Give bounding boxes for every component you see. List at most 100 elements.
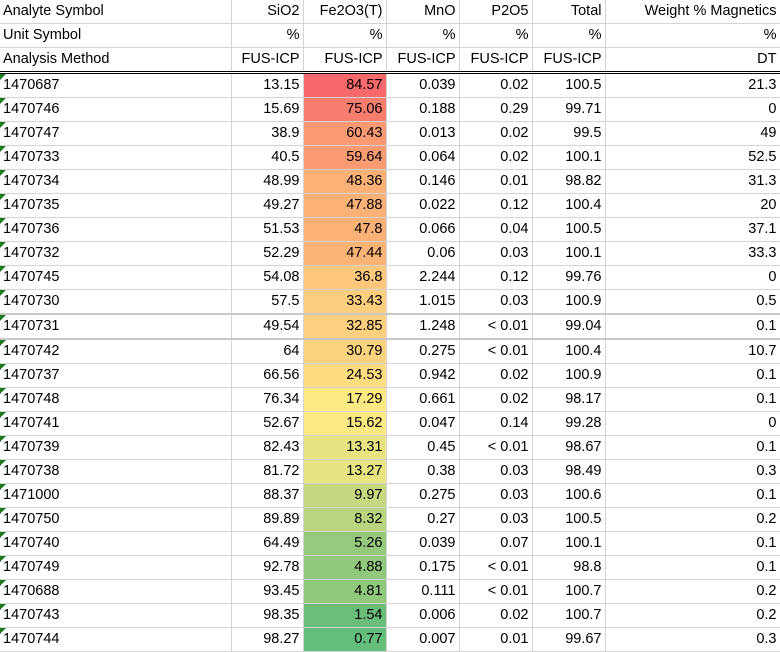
mno-cell[interactable]: 0.275 xyxy=(386,483,460,508)
fe2o3-cell[interactable]: 13.27 xyxy=(303,459,387,484)
sample-id-cell[interactable]: 1470736 xyxy=(0,217,232,242)
fe2o3-cell[interactable]: 0.77 xyxy=(303,627,387,652)
p2o5-cell[interactable]: < 0.01 xyxy=(459,339,533,364)
mno-cell[interactable]: 0.146 xyxy=(386,169,460,194)
total-cell[interactable]: 99.04 xyxy=(532,314,606,340)
fe2o3-cell[interactable]: 24.53 xyxy=(303,363,387,388)
weight-magnetics-cell[interactable]: 0 xyxy=(605,411,780,436)
total-cell[interactable]: 100.6 xyxy=(532,483,606,508)
fe2o3-cell[interactable]: 60.43 xyxy=(303,121,387,146)
weight-magnetics-cell[interactable]: 21.3 xyxy=(605,72,780,98)
p2o5-cell[interactable]: 0.29 xyxy=(459,97,533,122)
mno-cell[interactable]: 0.039 xyxy=(386,531,460,556)
p2o5-cell[interactable]: 0.14 xyxy=(459,411,533,436)
mno-cell[interactable]: 0.006 xyxy=(386,603,460,628)
sio2-cell[interactable]: 76.34 xyxy=(231,387,304,412)
total-cell[interactable]: 100.4 xyxy=(532,193,606,218)
sample-id-cell[interactable]: 1470737 xyxy=(0,363,232,388)
total-cell[interactable]: 99.76 xyxy=(532,265,606,290)
sio2-cell[interactable]: 13.15 xyxy=(231,72,304,98)
sample-id-cell[interactable]: 1470742 xyxy=(0,339,232,364)
mno-cell[interactable]: 0.066 xyxy=(386,217,460,242)
sio2-cell[interactable]: 15.69 xyxy=(231,97,304,122)
p2o5-cell[interactable]: 0.02 xyxy=(459,387,533,412)
sample-id-cell[interactable]: 1470735 xyxy=(0,193,232,218)
p2o5-cell[interactable]: < 0.01 xyxy=(459,314,533,340)
unit-cell[interactable]: % xyxy=(303,23,387,48)
sio2-cell[interactable]: 64 xyxy=(231,339,304,364)
mno-cell[interactable]: 0.06 xyxy=(386,241,460,266)
sio2-cell[interactable]: 82.43 xyxy=(231,435,304,460)
sample-id-cell[interactable]: 1470743 xyxy=(0,603,232,628)
p2o5-cell[interactable]: 0.07 xyxy=(459,531,533,556)
p2o5-cell[interactable]: 0.02 xyxy=(459,145,533,170)
weight-magnetics-cell[interactable]: 0 xyxy=(605,265,780,290)
fe2o3-cell[interactable]: 1.54 xyxy=(303,603,387,628)
total-cell[interactable]: 98.82 xyxy=(532,169,606,194)
method-cell[interactable]: FUS-ICP xyxy=(231,47,304,74)
header-cell-mno[interactable]: MnO xyxy=(386,0,460,24)
total-cell[interactable]: 98.67 xyxy=(532,435,606,460)
p2o5-cell[interactable]: 0.03 xyxy=(459,483,533,508)
weight-magnetics-cell[interactable]: 0.3 xyxy=(605,627,780,652)
sio2-cell[interactable]: 92.78 xyxy=(231,555,304,580)
sio2-cell[interactable]: 88.37 xyxy=(231,483,304,508)
weight-magnetics-cell[interactable]: 0.1 xyxy=(605,314,780,340)
fe2o3-cell[interactable]: 75.06 xyxy=(303,97,387,122)
fe2o3-cell[interactable]: 17.29 xyxy=(303,387,387,412)
sample-id-cell[interactable]: 1470748 xyxy=(0,387,232,412)
weight-magnetics-cell[interactable]: 31.3 xyxy=(605,169,780,194)
p2o5-cell[interactable]: < 0.01 xyxy=(459,435,533,460)
weight-magnetics-cell[interactable]: 0 xyxy=(605,97,780,122)
mno-cell[interactable]: 0.661 xyxy=(386,387,460,412)
total-cell[interactable]: 100.7 xyxy=(532,603,606,628)
sio2-cell[interactable]: 89.89 xyxy=(231,507,304,532)
mno-cell[interactable]: 0.45 xyxy=(386,435,460,460)
fe2o3-cell[interactable]: 36.8 xyxy=(303,265,387,290)
fe2o3-cell[interactable]: 84.57 xyxy=(303,72,387,98)
total-cell[interactable]: 100.9 xyxy=(532,363,606,388)
sio2-cell[interactable]: 98.27 xyxy=(231,627,304,652)
total-cell[interactable]: 99.5 xyxy=(532,121,606,146)
mno-cell[interactable]: 0.022 xyxy=(386,193,460,218)
weight-magnetics-cell[interactable]: 20 xyxy=(605,193,780,218)
header-cell-p2o5[interactable]: P2O5 xyxy=(459,0,533,24)
sample-id-cell[interactable]: 1470738 xyxy=(0,459,232,484)
weight-magnetics-cell[interactable]: 33.3 xyxy=(605,241,780,266)
sample-id-cell[interactable]: 1470730 xyxy=(0,289,232,315)
sample-id-cell[interactable]: 1470747 xyxy=(0,121,232,146)
sio2-cell[interactable]: 49.27 xyxy=(231,193,304,218)
mno-cell[interactable]: 0.007 xyxy=(386,627,460,652)
header-label-cell[interactable]: Analysis Method xyxy=(0,47,232,74)
fe2o3-cell[interactable]: 4.81 xyxy=(303,579,387,604)
total-cell[interactable]: 98.49 xyxy=(532,459,606,484)
fe2o3-cell[interactable]: 32.85 xyxy=(303,314,387,340)
unit-cell[interactable]: % xyxy=(386,23,460,48)
fe2o3-cell[interactable]: 59.64 xyxy=(303,145,387,170)
mno-cell[interactable]: 2.244 xyxy=(386,265,460,290)
sample-id-cell[interactable]: 1471000 xyxy=(0,483,232,508)
fe2o3-cell[interactable]: 48.36 xyxy=(303,169,387,194)
mno-cell[interactable]: 0.111 xyxy=(386,579,460,604)
sio2-cell[interactable]: 54.08 xyxy=(231,265,304,290)
sample-id-cell[interactable]: 1470733 xyxy=(0,145,232,170)
p2o5-cell[interactable]: 0.02 xyxy=(459,72,533,98)
fe2o3-cell[interactable]: 13.31 xyxy=(303,435,387,460)
header-label-cell[interactable]: Unit Symbol xyxy=(0,23,232,48)
unit-cell[interactable]: % xyxy=(231,23,304,48)
total-cell[interactable]: 100.1 xyxy=(532,241,606,266)
sample-id-cell[interactable]: 1470749 xyxy=(0,555,232,580)
p2o5-cell[interactable]: 0.12 xyxy=(459,265,533,290)
sio2-cell[interactable]: 52.67 xyxy=(231,411,304,436)
total-cell[interactable]: 98.8 xyxy=(532,555,606,580)
total-cell[interactable]: 100.9 xyxy=(532,289,606,315)
header-cell-total[interactable]: Total xyxy=(532,0,606,24)
mno-cell[interactable]: 0.175 xyxy=(386,555,460,580)
sample-id-cell[interactable]: 1470750 xyxy=(0,507,232,532)
sample-id-cell[interactable]: 1470741 xyxy=(0,411,232,436)
mno-cell[interactable]: 1.248 xyxy=(386,314,460,340)
fe2o3-cell[interactable]: 47.8 xyxy=(303,217,387,242)
weight-magnetics-cell[interactable]: 0.1 xyxy=(605,387,780,412)
fe2o3-cell[interactable]: 47.44 xyxy=(303,241,387,266)
weight-magnetics-cell[interactable]: 52.5 xyxy=(605,145,780,170)
